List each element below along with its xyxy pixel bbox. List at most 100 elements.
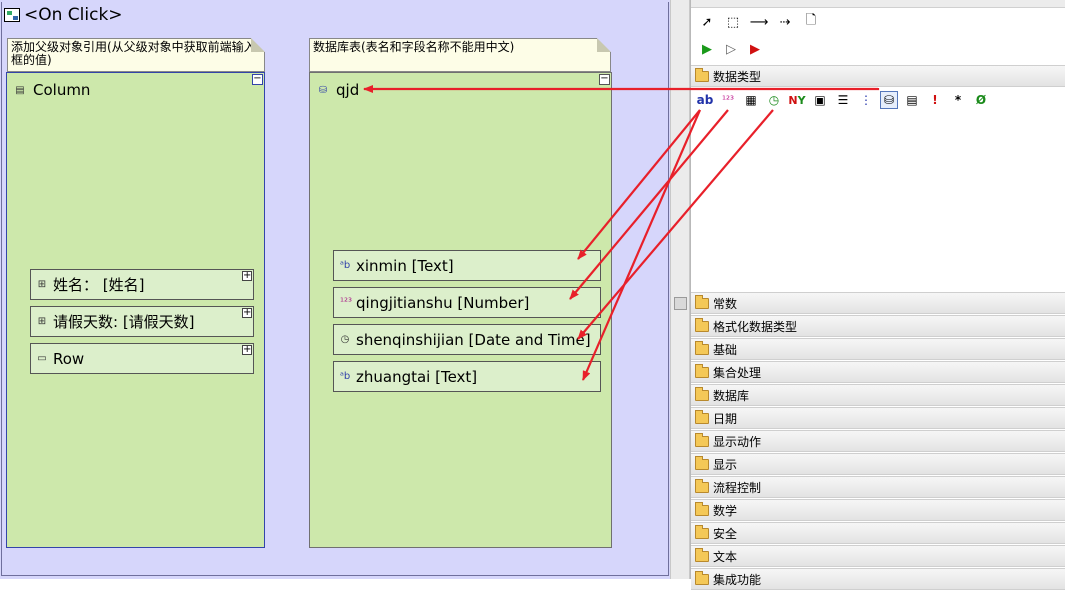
db-field-qingjitianshu[interactable]: ¹²³ qingjitianshu [Number] <box>333 287 601 318</box>
exclamation-icon[interactable]: ! <box>926 91 944 109</box>
category-2[interactable]: 基础 <box>691 338 1065 360</box>
null-icon[interactable]: Ø <box>972 91 990 109</box>
category-12[interactable]: 集成功能 <box>691 568 1065 590</box>
folder-icon <box>695 409 709 424</box>
column-panel-label: Column <box>33 81 91 99</box>
dashed-connector-icon[interactable]: ⇢ <box>777 14 793 30</box>
table-panel[interactable]: − ⛁ qjd ᵃb xinmin [Text] ¹²³ qingjitians… <box>309 72 612 548</box>
datetime-type-icon[interactable]: ◷ <box>765 91 783 109</box>
db-field-label: zhuangtai [Text] <box>356 367 478 386</box>
table-panel-header: ⛁ qjd <box>318 81 359 99</box>
category-9[interactable]: 数学 <box>691 499 1065 521</box>
column-panel[interactable]: − ▤ Column ⊞ 姓名： [姓名] + ⊞ 请假天数: [请假天数] +… <box>6 72 265 548</box>
number-type-icon: ¹²³ <box>340 297 353 308</box>
table-panel-label: qjd <box>336 81 360 99</box>
section-datatypes[interactable]: 数据类型 <box>691 65 1065 87</box>
category-label: 格式化数据类型 <box>713 319 798 334</box>
number-type-icon[interactable]: ¹²³ <box>719 91 737 109</box>
folder-icon <box>695 340 709 355</box>
splitter-handle[interactable] <box>674 297 687 310</box>
yes-no-type-icon[interactable]: NY <box>788 91 806 109</box>
folder-icon <box>695 317 709 332</box>
diagram-canvas[interactable]: <On Click> 添加父级对象引用(从父级对象中获取前端输入框的值) − ▤… <box>0 0 670 579</box>
marquee-select-icon[interactable]: ⬚ <box>725 14 741 30</box>
collapse-button[interactable]: − <box>599 74 610 85</box>
field-days-label: 请假天数: [请假天数] <box>53 313 195 331</box>
list-type-icon[interactable]: ☰ <box>834 91 852 109</box>
category-label: 集合处理 <box>713 365 762 380</box>
arrow-connector-icon[interactable]: ⟶ <box>750 14 769 30</box>
category-11[interactable]: 文本 <box>691 545 1065 567</box>
text-type-icon: ᵃb <box>340 371 351 382</box>
expand-button[interactable]: + <box>242 345 252 355</box>
left-panel-note[interactable]: 添加父级对象引用(从父级对象中获取前端输入框的值) <box>7 38 265 72</box>
clock-icon: ◷ <box>340 334 350 345</box>
category-10[interactable]: 安全 <box>691 522 1065 544</box>
folder-icon <box>695 363 709 378</box>
row-icon: ▭ <box>37 353 47 364</box>
category-label: 常数 <box>713 296 738 311</box>
canvas-title-text: <On Click> <box>24 5 123 25</box>
run-tools: ▶ ▷ ▶ <box>699 41 763 57</box>
category-8[interactable]: 流程控制 <box>691 476 1065 498</box>
folder-icon <box>695 478 709 493</box>
category-0[interactable]: 常数 <box>691 292 1065 314</box>
field-name-label: 姓名： [姓名] <box>53 276 145 294</box>
panel-splitter[interactable] <box>670 0 690 579</box>
action-diagram-icon <box>4 8 20 22</box>
field-ref-icon: ⊞ <box>37 279 47 290</box>
folder-icon <box>695 570 709 585</box>
expand-button[interactable]: + <box>242 308 252 318</box>
folder-icon <box>695 294 709 309</box>
tree-type-icon[interactable]: ⋮ <box>857 91 875 109</box>
field-row-label: Row <box>53 349 85 368</box>
category-1[interactable]: 格式化数据类型 <box>691 315 1065 337</box>
category-label: 日期 <box>713 411 738 426</box>
field-row[interactable]: ▭ Row + <box>30 343 254 374</box>
collapse-button[interactable]: − <box>252 74 263 85</box>
left-note-text: 添加父级对象引用(从父级对象中获取前端输入框的值) <box>11 40 256 67</box>
folder-icon <box>695 455 709 470</box>
section-datatypes-label: 数据类型 <box>713 69 762 84</box>
start-icon[interactable]: ▶ <box>699 41 715 57</box>
right-panel-note[interactable]: 数据库表(表名和字段名称不能用中文) <box>309 38 611 72</box>
field-ref-icon: ⊞ <box>37 316 47 327</box>
db-field-xinmin[interactable]: ᵃb xinmin [Text] <box>333 250 601 281</box>
right-note-text: 数据库表(表名和字段名称不能用中文) <box>313 40 515 54</box>
category-3[interactable]: 集合处理 <box>691 361 1065 383</box>
field-days[interactable]: ⊞ 请假天数: [请假天数] + <box>30 306 254 337</box>
table-type-icon[interactable]: ⛁ <box>880 91 898 109</box>
memo-type-icon[interactable]: ▦ <box>742 91 760 109</box>
db-field-shenqinshijian[interactable]: ◷ shenqinshijian [Date and Time] <box>333 324 601 355</box>
category-label: 数学 <box>713 503 738 518</box>
category-7[interactable]: 显示 <box>691 453 1065 475</box>
text-type-icon: ᵃb <box>340 260 351 271</box>
db-field-label: xinmin [Text] <box>356 256 454 275</box>
stop-icon[interactable]: ▶ <box>747 41 763 57</box>
canvas-title: <On Click> <box>4 5 123 25</box>
column-panel-header: ▤ Column <box>15 81 90 99</box>
datatype-icons: ab ¹²³ ▦ ◷ NY ▣ ☰ ⋮ ⛁ ▤ ! * Ø <box>696 91 990 109</box>
folder-icon <box>695 501 709 516</box>
field-name[interactable]: ⊞ 姓名： [姓名] + <box>30 269 254 300</box>
binary-type-icon[interactable]: ▣ <box>811 91 829 109</box>
category-label: 显示动作 <box>713 434 762 449</box>
db-field-zhuangtai[interactable]: ᵃb zhuangtai [Text] <box>333 361 601 392</box>
category-label: 集成功能 <box>713 572 762 587</box>
note-icon[interactable]: 🗋 <box>803 13 819 30</box>
category-label: 显示 <box>713 457 738 472</box>
text-type-icon[interactable]: ab <box>696 91 714 109</box>
db-field-label: qingjitianshu [Number] <box>356 293 530 312</box>
document-type-icon[interactable]: ▤ <box>903 91 921 109</box>
asterisk-icon[interactable]: * <box>949 91 967 109</box>
category-6[interactable]: 显示动作 <box>691 430 1065 452</box>
database-table-icon: ⛁ <box>318 84 328 96</box>
category-5[interactable]: 日期 <box>691 407 1065 429</box>
pointer-icon[interactable]: ➚ <box>699 14 715 30</box>
db-field-label: shenqinshijian [Date and Time] <box>356 330 591 349</box>
folder-icon <box>695 386 709 401</box>
step-icon[interactable]: ▷ <box>723 41 739 57</box>
tool-palette: ➚ ⬚ ⟶ ⇢ 🗋 ▶ ▷ ▶ 数据类型 ab ¹²³ ▦ ◷ NY ▣ ☰ ⋮… <box>690 0 1065 590</box>
category-4[interactable]: 数据库 <box>691 384 1065 406</box>
expand-button[interactable]: + <box>242 271 252 281</box>
